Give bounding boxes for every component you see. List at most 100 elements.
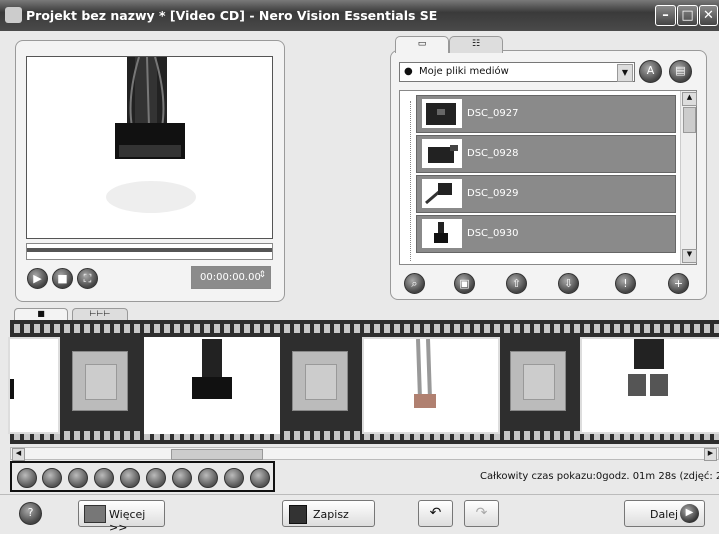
- scroll-thumb[interactable]: [683, 107, 696, 133]
- transition-slot[interactable]: [292, 351, 348, 411]
- preview-image: [106, 57, 196, 213]
- list-item[interactable]: DSC_0930: [416, 215, 676, 253]
- slide-frame[interactable]: [362, 337, 500, 434]
- more-label: Więcej >>: [109, 508, 146, 534]
- scroll-thumb[interactable]: [171, 449, 263, 460]
- tool-audio-button[interactable]: [198, 468, 218, 488]
- tool-rotate-left-button[interactable]: [120, 468, 140, 488]
- media-thumbnail: [422, 99, 462, 128]
- move-up-button[interactable]: ⇧: [506, 273, 527, 294]
- tool-edit-button[interactable]: [94, 468, 114, 488]
- media-item-label: DSC_0929: [467, 188, 519, 199]
- redo-button[interactable]: ↷: [464, 500, 499, 527]
- move-down-button[interactable]: ⇩: [558, 273, 579, 294]
- play-button[interactable]: ▶: [27, 268, 48, 289]
- total-time-status: Całkowity czas pokazu:0godz. 01m 28s (zd…: [480, 471, 719, 482]
- slide-frame[interactable]: [8, 337, 60, 434]
- media-list: DSC_0927 DSC_0928 DSC_0929 DSC_0930: [399, 90, 697, 265]
- media-options-button[interactable]: ▤: [669, 60, 692, 83]
- minimize-icon: –: [662, 8, 669, 23]
- fullscreen-icon: ⛶: [83, 272, 92, 285]
- fullscreen-button[interactable]: ⛶: [77, 268, 98, 289]
- chevron-down-icon[interactable]: ▼: [617, 64, 633, 82]
- list-item[interactable]: DSC_0928: [416, 135, 676, 173]
- scroll-right-icon[interactable]: ▶: [704, 448, 717, 461]
- transition-icon: [523, 364, 555, 400]
- undo-button[interactable]: ↶: [418, 500, 453, 527]
- window-title: Projekt bez nazwy * [Video CD] - Nero Vi…: [26, 8, 438, 23]
- filmstrip-icon: ▭: [417, 39, 427, 49]
- more-button[interactable]: Więcej >>: [78, 500, 165, 534]
- title-bar: Projekt bez nazwy * [Video CD] - Nero Vi…: [0, 0, 719, 31]
- transition-icon: [305, 364, 337, 400]
- list-icon: ☷: [471, 39, 481, 49]
- tool-move-down-button[interactable]: [42, 468, 62, 488]
- tab-filmstrip[interactable]: ▭: [395, 36, 449, 53]
- next-button[interactable]: Dalej ▶: [624, 500, 705, 527]
- media-item-label: DSC_0930: [467, 228, 519, 239]
- ai-icon: A: [646, 64, 655, 77]
- app-icon: [5, 7, 22, 23]
- save-button[interactable]: Zapisz: [282, 500, 375, 527]
- search-icon: ⌕: [411, 277, 418, 290]
- slide-frame[interactable]: [144, 337, 280, 434]
- timecode-value: 00:00:00.00: [200, 272, 261, 283]
- floppy-icon: [289, 505, 307, 524]
- timecode-display[interactable]: 00:00:00.00 ⇕: [191, 266, 271, 289]
- move-up-icon: ⇧: [511, 277, 522, 290]
- save-label: Zapisz: [313, 508, 349, 521]
- minimize-button[interactable]: –: [655, 5, 676, 26]
- import-icon: ▣: [459, 277, 470, 290]
- help-button[interactable]: ?: [19, 502, 42, 525]
- media-item-label: DSC_0928: [467, 148, 519, 159]
- user-icon: ●: [404, 66, 413, 77]
- list-item[interactable]: DSC_0927: [416, 95, 676, 133]
- media-scrollbar[interactable]: ▲ ▼: [680, 91, 697, 264]
- stop-icon: ■: [57, 272, 68, 285]
- tool-move-up-button[interactable]: [17, 468, 37, 488]
- next-label: Dalej: [650, 508, 679, 521]
- media-thumbnail: [422, 219, 462, 248]
- scroll-up-icon[interactable]: ▲: [682, 92, 697, 106]
- ai-button[interactable]: A: [639, 60, 662, 83]
- redo-icon: ↷: [475, 505, 488, 521]
- scroll-left-icon[interactable]: ◀: [12, 448, 25, 461]
- media-source-select[interactable]: ● Moje pliki mediów ▼: [399, 62, 635, 82]
- timeline-icon: ⊢⊢⊢: [89, 309, 111, 318]
- info-button[interactable]: !: [615, 273, 636, 294]
- media-thumbnail: [422, 139, 462, 168]
- close-icon: ✕: [703, 8, 714, 23]
- search-media-button[interactable]: ⌕: [404, 273, 425, 294]
- maximize-icon: □: [681, 8, 694, 23]
- storyboard: [8, 320, 719, 444]
- exclamation-icon: !: [623, 277, 628, 290]
- plus-icon: +: [673, 277, 684, 290]
- transition-slot[interactable]: [72, 351, 128, 411]
- seek-bar[interactable]: [26, 243, 273, 260]
- media-tabs: ▭ ☷: [395, 36, 505, 53]
- scroll-down-icon[interactable]: ▼: [682, 249, 697, 263]
- stop-button[interactable]: ■: [52, 268, 73, 289]
- tool-rotate-right-button[interactable]: [146, 468, 166, 488]
- tool-apply-button[interactable]: [250, 468, 270, 488]
- add-button[interactable]: +: [668, 273, 689, 294]
- tab-list[interactable]: ☷: [449, 36, 503, 53]
- slide-tools: [10, 461, 275, 492]
- undo-icon: ↶: [429, 505, 442, 521]
- slide-frame[interactable]: [580, 337, 719, 434]
- list-item[interactable]: DSC_0929: [416, 175, 676, 213]
- help-icon: ?: [27, 506, 34, 519]
- arrow-right-icon: ▶: [680, 504, 699, 523]
- storyboard-scrollbar[interactable]: ◀ ▶: [10, 447, 719, 461]
- play-icon: ▶: [33, 272, 42, 285]
- tool-crop-button[interactable]: [68, 468, 88, 488]
- maximize-button[interactable]: □: [677, 5, 698, 26]
- transition-slot[interactable]: [510, 351, 566, 411]
- import-button[interactable]: ▣: [454, 273, 475, 294]
- camera-icon: ■: [37, 309, 45, 318]
- spinner-icon[interactable]: ⇕: [258, 270, 266, 280]
- tool-duration-button[interactable]: [224, 468, 244, 488]
- preview-screen: [26, 56, 273, 239]
- tool-delete-button[interactable]: [172, 468, 192, 488]
- close-button[interactable]: ✕: [699, 5, 718, 26]
